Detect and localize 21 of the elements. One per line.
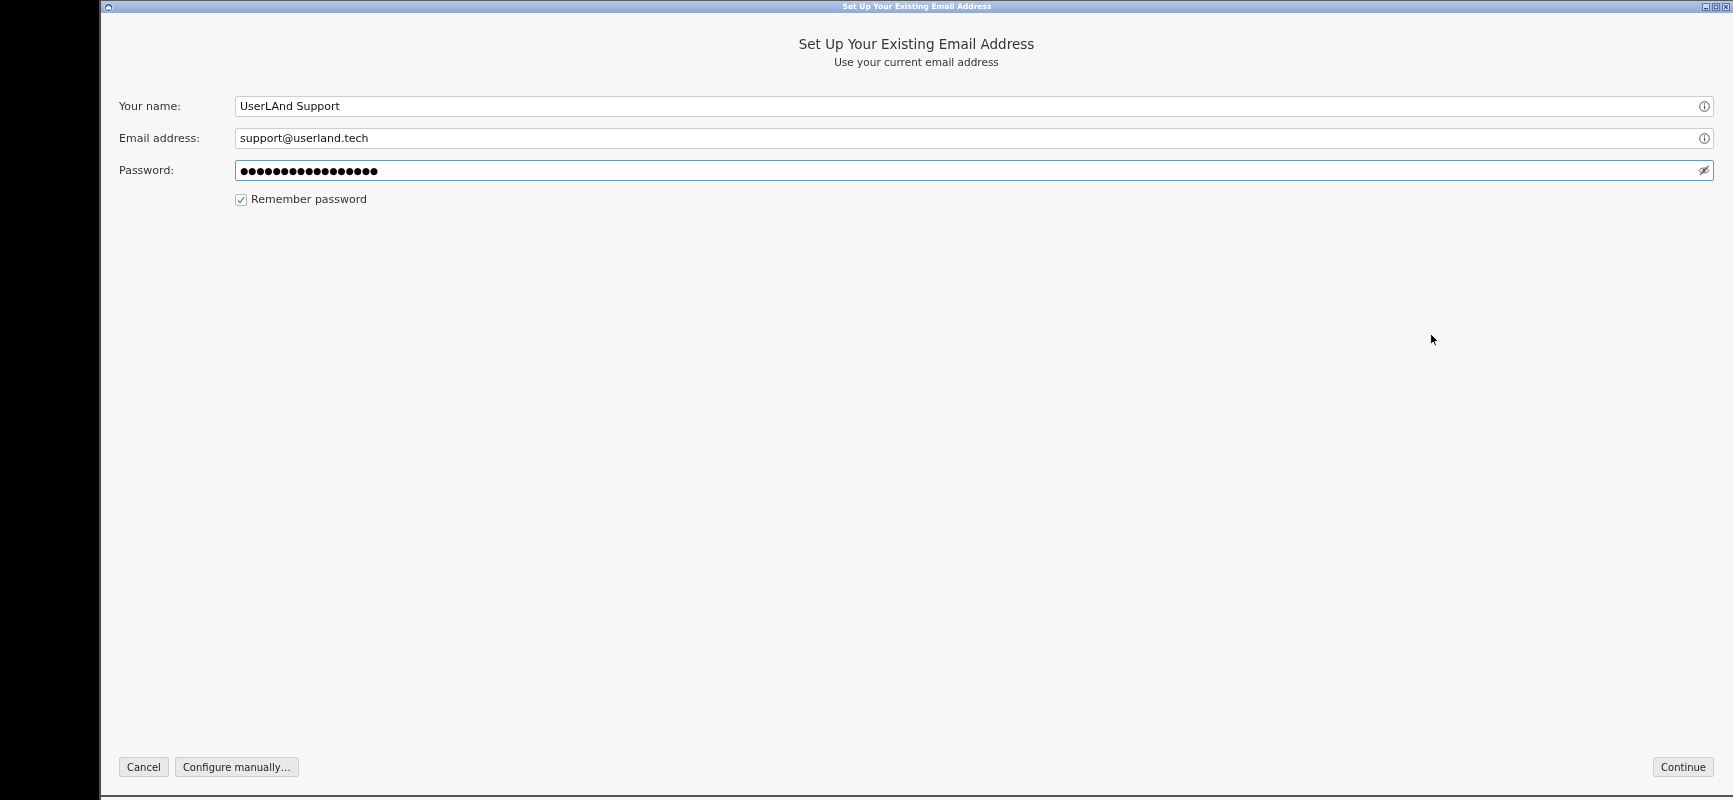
dialog-button[interactable]: Configure manually… <box>174 757 299 777</box>
checkbox-label[interactable]: Remember password <box>251 193 368 206</box>
close-button[interactable] <box>1722 3 1730 11</box>
text-field[interactable]: UserLAnd Support <box>235 96 1714 117</box>
dialog-heading: Set Up Your Existing Email Address <box>798 36 1035 53</box>
dialog-button[interactable]: Continue <box>1653 757 1714 777</box>
field-label: Your name: <box>119 100 181 113</box>
info-icon <box>1699 133 1710 144</box>
eye-slash-icon[interactable] <box>1698 165 1710 176</box>
dialog-button[interactable]: Cancel <box>119 757 169 777</box>
field-label: Email address: <box>119 132 200 145</box>
text-field[interactable]: support@userland.tech <box>235 128 1714 149</box>
minimize-button[interactable] <box>1702 3 1710 11</box>
dialog-subheading: Use your current email address <box>834 56 999 69</box>
app-icon[interactable] <box>104 2 113 12</box>
password-field[interactable]: ●●●●●●●●●●●●●●●●● <box>235 160 1714 181</box>
maximize-button[interactable] <box>1712 3 1720 11</box>
info-icon <box>1699 101 1710 112</box>
mouse-cursor-icon <box>1430 333 1439 347</box>
remember-password-checkbox[interactable] <box>235 193 247 206</box>
field-label: Password: <box>119 164 175 177</box>
